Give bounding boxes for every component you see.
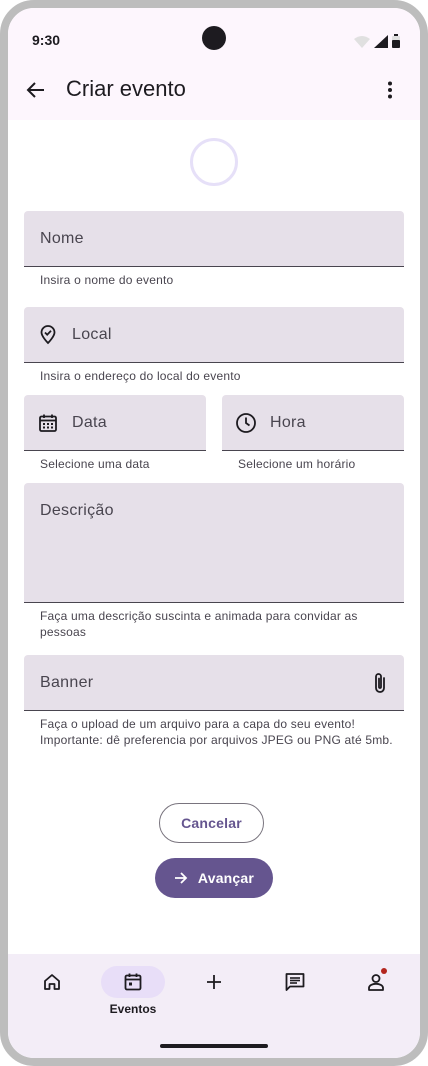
top-app-bar: Criar evento [8, 58, 420, 120]
person-icon [368, 974, 384, 991]
description-field[interactable]: Descrição [24, 483, 404, 603]
arrow-back-icon [26, 82, 44, 98]
arrow-forward-icon [174, 872, 188, 884]
nav-pill-messages [263, 966, 327, 998]
name-helper-text: Insira o nome do evento [40, 273, 174, 287]
date-helper-text: Selecione uma data [40, 457, 150, 471]
notification-badge [381, 968, 387, 974]
description-helper-line-2: pessoas [40, 625, 87, 639]
camera-cutout [202, 26, 226, 50]
nav-item-messages[interactable] [263, 966, 327, 998]
nav-item-home[interactable] [20, 966, 84, 998]
description-field-label: Descrição [40, 502, 114, 519]
cancel-button-label: Cancelar [181, 815, 242, 831]
nav-pill-add [182, 966, 246, 998]
bottom-navigation: Eventos [8, 954, 420, 1058]
home-indicator[interactable] [160, 1044, 268, 1048]
next-button[interactable]: Avançar [155, 858, 273, 898]
page-title: Criar evento [66, 76, 186, 101]
time-helper-text: Selecione um horário [238, 457, 356, 471]
banner-upload-field[interactable]: Banner [24, 655, 404, 711]
date-field[interactable]: Data [24, 395, 206, 451]
attach-file-icon[interactable] [368, 671, 392, 695]
calendar-icon [124, 973, 142, 991]
calendar-icon [36, 411, 60, 435]
plus-icon [207, 975, 221, 989]
banner-field-label: Banner [40, 674, 94, 691]
status-bar: 9:30 [8, 8, 420, 58]
status-time: 9:30 [32, 32, 61, 48]
name-field[interactable]: Nome [24, 211, 404, 267]
nav-label-eventos: Eventos [109, 1002, 157, 1016]
time-field-label: Hora [270, 414, 306, 431]
time-field[interactable]: Hora [222, 395, 404, 451]
back-button[interactable] [22, 76, 50, 104]
nav-item-eventos[interactable]: Eventos [101, 966, 165, 1016]
banner-helper-line-1: Faça o upload de um arquivo para a capa … [40, 717, 356, 731]
location-field[interactable]: Local [24, 307, 404, 363]
location-pin-icon [36, 323, 60, 347]
wifi-icon [354, 36, 370, 48]
nav-pill-home [20, 966, 84, 998]
clock-icon [234, 411, 258, 435]
home-icon [44, 974, 60, 990]
battery-icon [392, 34, 400, 48]
more-vert-icon [388, 81, 392, 99]
loading-spinner [190, 138, 238, 186]
name-field-label: Nome [40, 230, 84, 247]
nav-item-add[interactable] [182, 966, 246, 998]
nav-item-profile[interactable] [344, 966, 408, 998]
banner-helper-line-2: Importante: dê preferencia por arquivos … [40, 733, 393, 747]
chat-icon [285, 973, 305, 991]
next-button-label: Avançar [197, 870, 255, 886]
signal-icon [374, 35, 388, 48]
cancel-button[interactable]: Cancelar [159, 803, 264, 843]
device-frame: 9:30 Criar evento Nome Insira o nome do … [0, 0, 428, 1066]
location-helper-text: Insira o endereço do local do evento [40, 369, 241, 383]
nav-pill-eventos [101, 966, 165, 998]
description-helper-line-1: Faça uma descrição suscinta e animada pa… [40, 609, 358, 623]
location-field-label: Local [72, 326, 112, 343]
date-field-label: Data [72, 414, 107, 431]
more-options-button[interactable] [378, 76, 402, 104]
nav-pill-profile [344, 966, 408, 998]
status-icons [354, 34, 400, 48]
